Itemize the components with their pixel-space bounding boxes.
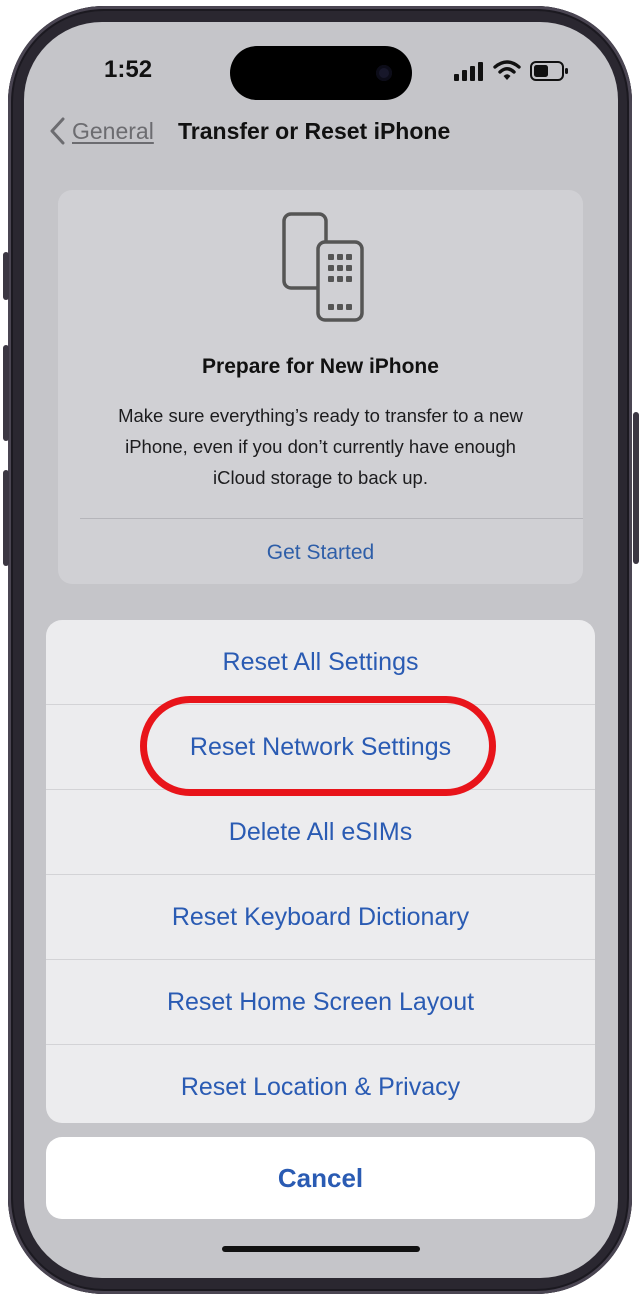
delete-all-esims-button[interactable]: Delete All eSIMs: [46, 790, 595, 874]
chevron-left-icon: [50, 117, 65, 145]
prepare-card: Prepare for New iPhone Make sure everyth…: [58, 190, 583, 584]
reset-home-screen-layout-button[interactable]: Reset Home Screen Layout: [46, 960, 595, 1044]
status-time: 1:52: [104, 56, 153, 83]
page-title: Transfer or Reset iPhone: [178, 118, 451, 144]
action-button: [3, 252, 9, 300]
reset-all-settings-button[interactable]: Reset All Settings: [46, 620, 595, 704]
power-button: [633, 412, 639, 564]
cellular-signal-icon: [454, 61, 483, 81]
wifi-icon: [493, 60, 521, 80]
cancel-button[interactable]: Cancel: [46, 1137, 595, 1219]
front-camera-icon: [376, 65, 392, 81]
screen: 1:52 General Transfer or Reset iPhone Pr…: [24, 22, 618, 1278]
card-divider: [80, 518, 583, 519]
reset-location-privacy-button[interactable]: Reset Location & Privacy: [46, 1045, 595, 1123]
red-highlight-outline: [140, 696, 496, 796]
battery-icon: [530, 60, 568, 81]
status-icons: [454, 60, 568, 81]
get-started-button[interactable]: Get Started: [58, 541, 583, 565]
card-heading: Prepare for New iPhone: [202, 355, 439, 378]
dynamic-island: [230, 46, 412, 100]
volume-down-button: [3, 470, 9, 566]
volume-up-button: [3, 345, 9, 441]
reset-keyboard-dictionary-button[interactable]: Reset Keyboard Dictionary: [46, 875, 595, 959]
back-label: General: [72, 117, 154, 144]
back-button[interactable]: General: [48, 116, 154, 146]
home-indicator[interactable]: [222, 1246, 420, 1252]
card-body: Make sure everything’s ready to transfer…: [118, 405, 523, 488]
transfer-phones-icon: [282, 212, 364, 322]
